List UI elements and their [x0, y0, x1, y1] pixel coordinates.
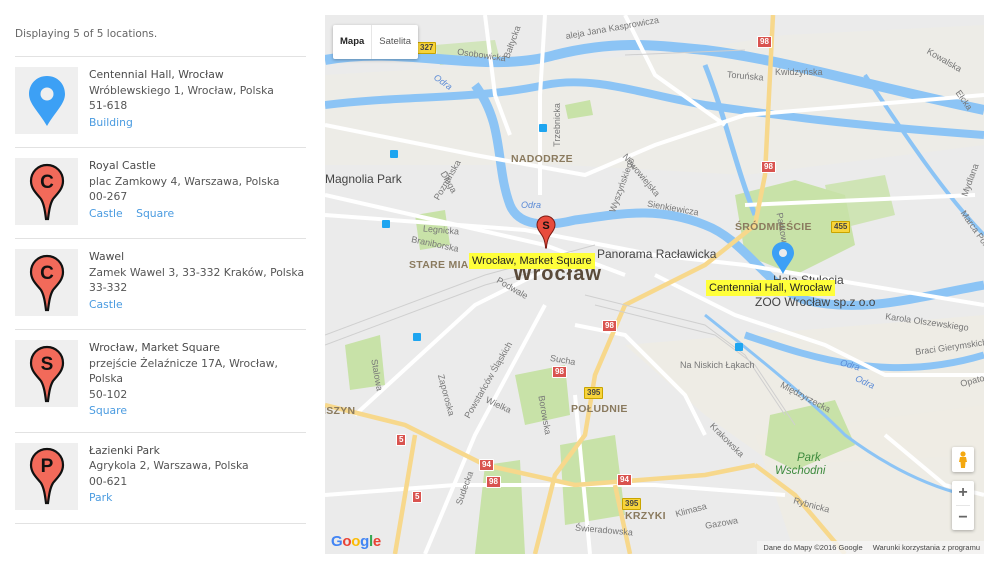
- road-shield-94: 94: [617, 474, 632, 486]
- road-shield-327: 327: [417, 42, 437, 54]
- zoom-in-button[interactable]: +: [952, 481, 974, 505]
- transit-station-icon: [539, 124, 547, 132]
- logo-letter: G: [331, 533, 343, 550]
- locations-sidebar: Displaying 5 of 5 locations. Centennial …: [15, 15, 306, 524]
- location-thumbnail: C: [15, 249, 78, 316]
- map-attribution: Dane do Mapy ©2016 Google Warunki korzys…: [757, 541, 984, 554]
- road-shield-395: 395: [584, 387, 604, 399]
- location-thumbnail: C: [15, 158, 78, 225]
- location-name: Centennial Hall, Wrocław: [89, 68, 224, 81]
- location-info: Wrocław, Market Square przejście Żelaźni…: [89, 340, 278, 419]
- road-shield-5: 5: [396, 434, 407, 446]
- marker-letter: P: [40, 456, 53, 477]
- location-address: przejście Żelaźnicze 17A, Wrocław,: [89, 356, 278, 370]
- blue-map-pin-icon[interactable]: [771, 241, 795, 275]
- road-shield-98: 98: [486, 476, 501, 488]
- marker-letter: C: [40, 172, 54, 193]
- terms-of-use-link[interactable]: Warunki korzystania z programu: [873, 543, 980, 552]
- location-tags: Castle: [89, 297, 304, 313]
- location-thumbnail: S: [15, 340, 78, 407]
- location-address: Agrykola 2, Warszawa, Polska: [89, 459, 249, 472]
- location-name: Royal Castle: [89, 159, 156, 172]
- zoom-out-button[interactable]: −: [952, 506, 974, 530]
- red-marker-p-icon: P: [29, 447, 64, 505]
- pegman-icon: [959, 450, 967, 468]
- map-type-map-button[interactable]: Mapa: [333, 25, 373, 59]
- location-tags: Park: [89, 490, 249, 506]
- location-postal-code: 51-618: [89, 99, 128, 112]
- transit-station-icon: [390, 150, 398, 158]
- road-shield-455: 455: [831, 221, 851, 233]
- marker-label-centennial-hall[interactable]: Centennial Hall, Wrocław: [706, 280, 835, 296]
- location-item[interactable]: C Royal Castle plac Zamkowy 4, Warszawa,…: [15, 148, 306, 239]
- road-shield-395: 395: [622, 498, 642, 510]
- location-tags: Castle Square: [89, 206, 280, 222]
- marker-letter: S: [40, 354, 53, 375]
- location-name: Łazienki Park: [89, 443, 160, 457]
- marker-letter: S: [542, 220, 549, 232]
- location-thumbnail: [15, 67, 78, 134]
- location-info: Royal Castle plac Zamkowy 4, Warszawa, P…: [89, 158, 280, 225]
- location-info: Centennial Hall, Wrocław Wróblewskiego 1…: [89, 67, 274, 134]
- location-info: Łazienki Park Agrykola 2, Warszawa, Pols…: [89, 443, 249, 510]
- location-postal-code: 50-102: [89, 387, 128, 401]
- location-info: Wawel Zamek Wawel 3, 33-332 Kraków, Pols…: [89, 249, 304, 316]
- red-marker-c-icon: C: [29, 163, 64, 220]
- map-data-attribution: Dane do Mapy ©2016 Google: [763, 543, 863, 552]
- location-item[interactable]: Centennial Hall, Wrocław Wróblewskiego 1…: [15, 57, 306, 148]
- location-item[interactable]: S Wrocław, Market Square przejście Żelaź…: [15, 330, 306, 433]
- red-marker-c-icon: C: [29, 254, 64, 311]
- tag-link-building[interactable]: Building: [89, 116, 133, 129]
- logo-letter: o: [351, 533, 361, 550]
- transit-station-icon: [413, 333, 421, 341]
- location-postal-code: 33-332: [89, 281, 128, 294]
- location-address: Zamek Wawel 3, 33-332 Kraków, Polska: [89, 265, 305, 279]
- logo-letter: o: [342, 533, 352, 550]
- road-shield-98: 98: [552, 366, 567, 378]
- location-name: Wawel: [89, 250, 125, 263]
- location-thumbnail: P: [15, 442, 78, 510]
- tag-link-castle[interactable]: Castle: [89, 298, 123, 311]
- map-tiles[interactable]: [325, 15, 984, 554]
- tag-link-park[interactable]: Park: [89, 491, 112, 504]
- location-address-line2: Polska: [89, 372, 124, 385]
- location-tags: Square: [89, 403, 278, 419]
- road-shield-5: 5: [412, 491, 423, 503]
- blue-map-pin-icon: [28, 75, 65, 126]
- locations-list: Centennial Hall, Wrocław Wróblewskiego 1…: [15, 56, 306, 524]
- tag-link-square[interactable]: Square: [136, 207, 174, 220]
- marker-label-market-square[interactable]: Wrocław, Market Square: [469, 253, 595, 269]
- road-shield-98: 98: [602, 320, 617, 332]
- marker-letter: C: [40, 263, 54, 284]
- transit-station-icon: [735, 343, 743, 351]
- location-postal-code: 00-621: [89, 474, 128, 488]
- map-type-satellite-button[interactable]: Satelita: [372, 25, 418, 59]
- logo-letter: g: [360, 533, 369, 550]
- street-view-pegman[interactable]: [952, 447, 974, 472]
- location-address: Wróblewskiego 1, Wrocław, Polska: [89, 83, 274, 97]
- road-shield-98: 98: [757, 36, 772, 48]
- google-map[interactable]: 327 98 98 98 98 98 455 395 395 5 5 94 94…: [325, 15, 984, 554]
- transit-station-icon: [382, 220, 390, 228]
- location-name: Wrocław, Market Square: [89, 341, 220, 354]
- location-postal-code: 00-267: [89, 190, 128, 203]
- road-shield-98: 98: [761, 161, 776, 173]
- zoom-control: + −: [952, 481, 974, 530]
- map-type-control: Mapa Satelita: [333, 25, 418, 59]
- locations-summary: Displaying 5 of 5 locations.: [15, 28, 158, 40]
- location-address: plac Zamkowy 4, Warszawa, Polska: [89, 174, 280, 188]
- location-item[interactable]: P Łazienki Park Agrykola 2, Warszawa, Po…: [15, 433, 306, 524]
- red-marker-s-icon: S: [29, 345, 64, 402]
- tag-link-square[interactable]: Square: [89, 404, 127, 417]
- logo-letter: e: [372, 533, 381, 550]
- red-marker-s-icon[interactable]: S: [536, 215, 556, 249]
- location-tags: Building: [89, 115, 274, 131]
- tag-link-castle[interactable]: Castle: [89, 207, 123, 220]
- google-logo[interactable]: Google: [331, 533, 381, 550]
- road-shield-94: 94: [479, 459, 494, 471]
- location-item[interactable]: C Wawel Zamek Wawel 3, 33-332 Kraków, Po…: [15, 239, 306, 330]
